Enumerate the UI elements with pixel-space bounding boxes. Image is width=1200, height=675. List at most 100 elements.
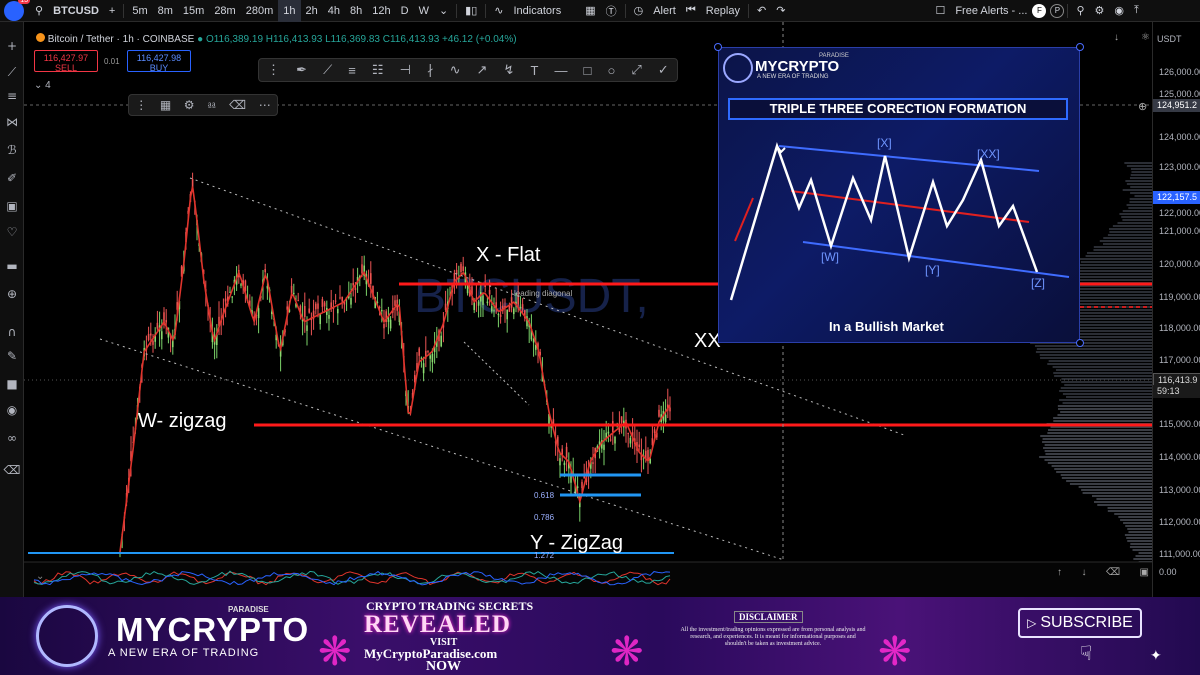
diagonal-line[interactable] [463, 341, 530, 406]
circle-tool-icon[interactable]: ○ [607, 63, 615, 78]
oscillator-pane[interactable] [24, 562, 1152, 597]
undo-icon[interactable]: ↶ [752, 0, 771, 22]
interval-5m[interactable]: 5m [127, 0, 152, 22]
currency-label[interactable]: USDT [1157, 34, 1182, 44]
buy-button[interactable]: 116,427.98 BUY [127, 50, 191, 73]
drag-handle-icon[interactable]: ⋮ [135, 98, 147, 112]
lower-channel-line[interactable] [99, 338, 785, 561]
measure-tool-icon[interactable]: ✓ [658, 62, 669, 78]
share-icon[interactable]: ⤒ [1129, 0, 1144, 22]
gann-tool-icon[interactable]: ☷ [372, 62, 384, 78]
alert-icon[interactable]: ◷ [629, 0, 649, 22]
interval-dropdown-icon[interactable]: ⌄ [434, 0, 453, 22]
crosshair-icon[interactable]: + [2, 36, 22, 56]
resize-handle[interactable] [1076, 339, 1084, 347]
group-icon[interactable]: ▦ [160, 98, 171, 112]
arrow-tool-icon[interactable]: ⤢ [631, 62, 641, 78]
interval-15m[interactable]: 15m [178, 0, 209, 22]
interval-8h[interactable]: 8h [345, 0, 367, 22]
channel-tool-icon[interactable]: ∤ [427, 62, 434, 78]
interval-280m[interactable]: 280m [241, 0, 279, 22]
magnet-icon[interactable]: ∩ [2, 322, 22, 342]
search-icon[interactable]: ⚲ [30, 0, 48, 22]
wave-tool-icon[interactable]: ∿ [450, 62, 461, 78]
more-icon[interactable]: ⋯ [259, 98, 271, 112]
pattern-icon[interactable]: ⋈ [2, 112, 22, 132]
fib-tool-icon[interactable]: ≡ [348, 63, 356, 78]
interval-8m[interactable]: 8m [153, 0, 178, 22]
interval-12h[interactable]: 12h [367, 0, 395, 22]
interval-w[interactable]: W [414, 0, 434, 22]
interval-1h[interactable]: 1h [278, 0, 301, 22]
trash-icon[interactable]: ⌫ [2, 460, 22, 480]
replay-icon[interactable]: ⏮ [681, 0, 701, 22]
trendline-icon[interactable]: ⟋ [2, 62, 22, 82]
rectangle-tool-icon[interactable]: □ [584, 63, 592, 78]
indicators-button[interactable]: Indicators [509, 0, 567, 22]
alert-button[interactable]: Alert [648, 0, 681, 22]
fib-icon[interactable]: ≡ [2, 86, 22, 106]
settings-icon[interactable]: ⚙ [1090, 0, 1110, 22]
camera-icon[interactable]: ◉ [1109, 0, 1129, 22]
zoom-icon[interactable]: ⊕ [2, 284, 22, 304]
collapse-pane-icon[interactable]: ⌄ [36, 571, 44, 582]
symbol-name[interactable]: BTCUSD [48, 0, 104, 22]
image-icon[interactable]: ▣ [2, 196, 22, 216]
lock-draw-icon[interactable]: ✎ [2, 346, 22, 366]
text-tool-icon[interactable]: T [530, 63, 538, 78]
pattern-inset-image[interactable]: PARADISE MYCRYPTO A NEW ERA OF TRADING T… [714, 43, 1084, 347]
checkbox-icon[interactable]: ☐ [930, 0, 950, 22]
settings-icon[interactable]: ⚙ [184, 98, 195, 112]
add-symbol-button[interactable]: + [104, 0, 120, 22]
line-tool-icon[interactable]: ⟋ [323, 62, 332, 78]
indicator-toggle[interactable]: ⌄ 4 [34, 80, 51, 91]
link-icon[interactable]: ∞ [2, 428, 22, 448]
profile-f-icon[interactable]: F [1032, 3, 1047, 18]
scroll-down-icon[interactable]: ↓ [1114, 32, 1119, 43]
redo-icon[interactable]: ↷ [771, 0, 790, 22]
sell-button[interactable]: 116,427.97 SELL [34, 50, 98, 73]
free-alerts-button[interactable]: Free Alerts - ... [950, 0, 1032, 22]
favorite-icon[interactable]: ♡ [2, 222, 22, 242]
resize-handle[interactable] [714, 43, 722, 51]
replay-button[interactable]: Replay [701, 0, 745, 22]
quick-search-icon[interactable]: ⚲ [1071, 0, 1089, 22]
subscribe-button[interactable]: ▷ SUBSCRIBE [1018, 608, 1142, 638]
layout-icon[interactable]: ▦ [580, 0, 600, 22]
projection-tool-icon[interactable]: ↗ [477, 62, 488, 78]
pair-label[interactable]: Bitcoin / Tether · 1h · COINBASE [48, 34, 195, 45]
interval-4h[interactable]: 4h [323, 0, 345, 22]
interval-d[interactable]: D [396, 0, 414, 22]
resize-handle[interactable] [1076, 43, 1084, 51]
volume-profile-bar [1107, 510, 1152, 512]
path-tool-icon[interactable]: ↯ [504, 62, 515, 78]
hline-tool-icon[interactable]: — [554, 63, 567, 78]
volume-profile-bar [1114, 513, 1152, 515]
delete-pane-icon[interactable]: ⌫ [1106, 567, 1120, 578]
brush-icon[interactable]: ✐ [2, 168, 22, 188]
delete-icon[interactable]: ⌫ [229, 98, 246, 112]
chart-settings-icon[interactable]: ⚛ [1141, 32, 1150, 43]
maximize-pane-icon[interactable]: ▣ [1140, 567, 1149, 578]
candles-icon[interactable]: ▮▯ [460, 0, 482, 22]
interval-2h[interactable]: 2h [301, 0, 323, 22]
move-up-icon[interactable]: ↑ [1057, 567, 1062, 578]
interval-28m[interactable]: 28m [209, 0, 240, 22]
lock-icon[interactable]: ■ [2, 374, 22, 394]
volume-profile-bar [1126, 183, 1152, 185]
ruler-icon[interactable]: ▬ [2, 256, 22, 276]
lock-icon[interactable]: ⎂ [207, 98, 217, 113]
drag-handle-icon[interactable]: ⋮ [267, 62, 280, 78]
profile-p-icon[interactable]: P [1050, 3, 1065, 18]
text-tool-icon[interactable]: ℬ [2, 140, 22, 160]
indicators-icon[interactable]: ∿ [489, 0, 508, 22]
add-level-icon[interactable]: ⊕ [1138, 100, 1147, 113]
templates-icon[interactable]: Ⓣ [601, 0, 622, 22]
candle-body [499, 314, 502, 317]
eye-icon[interactable]: ◉ [2, 400, 22, 420]
price-scale[interactable]: USDT 126,000.00 125,000.00 124,000.00 12… [1152, 22, 1200, 597]
user-avatar[interactable]: 13 [4, 0, 30, 21]
brush-tool-icon[interactable]: ✒ [296, 62, 307, 78]
move-down-icon[interactable]: ↓ [1081, 567, 1086, 578]
pitchfork-tool-icon[interactable]: ⊣ [400, 62, 411, 78]
